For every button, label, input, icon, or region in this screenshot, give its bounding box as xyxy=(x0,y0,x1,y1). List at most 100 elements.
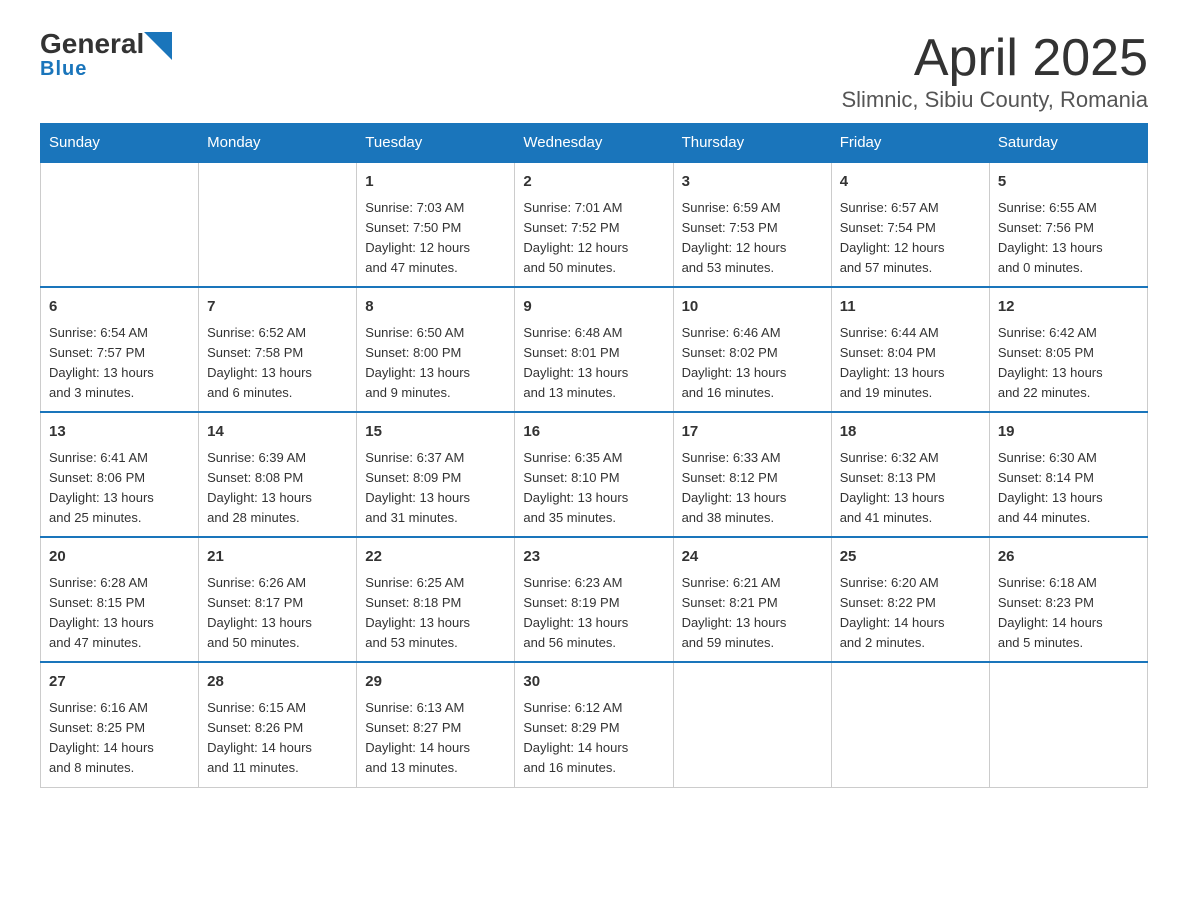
calendar-header-wednesday: Wednesday xyxy=(515,124,673,163)
calendar-header-monday: Monday xyxy=(199,124,357,163)
logo: General Blue xyxy=(40,30,172,81)
day-number: 17 xyxy=(682,421,823,444)
calendar-cell: 23 Sunrise: 6:23 AM Sunset: 8:19 PM Dayli… xyxy=(515,537,673,662)
calendar-cell: 29 Sunrise: 6:13 AM Sunset: 8:27 PM Dayli… xyxy=(357,662,515,787)
calendar-cell: 9 Sunrise: 6:48 AM Sunset: 8:01 PM Daylig… xyxy=(515,287,673,412)
day-number: 11 xyxy=(840,296,981,319)
day-number: 18 xyxy=(840,421,981,444)
day-number: 13 xyxy=(49,421,190,444)
day-number: 2 xyxy=(523,171,664,194)
day-number: 3 xyxy=(682,171,823,194)
day-number: 20 xyxy=(49,546,190,569)
month-title: April 2025 xyxy=(842,30,1149,87)
day-number: 6 xyxy=(49,296,190,319)
calendar-cell xyxy=(989,662,1147,787)
day-number: 19 xyxy=(998,421,1139,444)
day-number: 9 xyxy=(523,296,664,319)
calendar-cell: 4 Sunrise: 6:57 AM Sunset: 7:54 PM Daylig… xyxy=(831,162,989,287)
calendar-cell: 19 Sunrise: 6:30 AM Sunset: 8:14 PM Dayli… xyxy=(989,412,1147,537)
logo-general: General xyxy=(40,30,144,58)
day-info: Sunrise: 6:32 AM Sunset: 8:13 PM Dayligh… xyxy=(840,448,981,529)
day-info: Sunrise: 6:44 AM Sunset: 8:04 PM Dayligh… xyxy=(840,323,981,404)
day-info: Sunrise: 6:35 AM Sunset: 8:10 PM Dayligh… xyxy=(523,448,664,529)
day-info: Sunrise: 6:52 AM Sunset: 7:58 PM Dayligh… xyxy=(207,323,348,404)
calendar-week-row: 27 Sunrise: 6:16 AM Sunset: 8:25 PM Dayli… xyxy=(41,662,1148,787)
day-info: Sunrise: 6:20 AM Sunset: 8:22 PM Dayligh… xyxy=(840,573,981,654)
day-info: Sunrise: 6:39 AM Sunset: 8:08 PM Dayligh… xyxy=(207,448,348,529)
day-info: Sunrise: 6:48 AM Sunset: 8:01 PM Dayligh… xyxy=(523,323,664,404)
calendar-cell: 12Sunrise: 6:42 AM Sunset: 8:05 PM Dayli… xyxy=(989,287,1147,412)
calendar-cell: 10Sunrise: 6:46 AM Sunset: 8:02 PM Dayli… xyxy=(673,287,831,412)
calendar-cell xyxy=(41,162,199,287)
day-number: 29 xyxy=(365,671,506,694)
day-info: Sunrise: 6:23 AM Sunset: 8:19 PM Dayligh… xyxy=(523,573,664,654)
calendar-cell: 25 Sunrise: 6:20 AM Sunset: 8:22 PM Dayli… xyxy=(831,537,989,662)
day-number: 27 xyxy=(49,671,190,694)
calendar-week-row: 20 Sunrise: 6:28 AM Sunset: 8:15 PM Dayli… xyxy=(41,537,1148,662)
day-number: 25 xyxy=(840,546,981,569)
calendar-cell: 16 Sunrise: 6:35 AM Sunset: 8:10 PM Dayli… xyxy=(515,412,673,537)
calendar-cell: 17Sunrise: 6:33 AM Sunset: 8:12 PM Dayli… xyxy=(673,412,831,537)
day-number: 14 xyxy=(207,421,348,444)
day-info: Sunrise: 6:21 AM Sunset: 8:21 PM Dayligh… xyxy=(682,573,823,654)
day-info: Sunrise: 6:59 AM Sunset: 7:53 PM Dayligh… xyxy=(682,198,823,279)
calendar-cell: 28 Sunrise: 6:15 AM Sunset: 8:26 PM Dayli… xyxy=(199,662,357,787)
calendar-cell: 11 Sunrise: 6:44 AM Sunset: 8:04 PM Dayli… xyxy=(831,287,989,412)
calendar-cell: 21 Sunrise: 6:26 AM Sunset: 8:17 PM Dayli… xyxy=(199,537,357,662)
calendar-cell: 6 Sunrise: 6:54 AM Sunset: 7:57 PM Daylig… xyxy=(41,287,199,412)
calendar-header-tuesday: Tuesday xyxy=(357,124,515,163)
day-info: Sunrise: 6:12 AM Sunset: 8:29 PM Dayligh… xyxy=(523,698,664,779)
day-number: 22 xyxy=(365,546,506,569)
calendar-cell xyxy=(199,162,357,287)
calendar-week-row: 13 Sunrise: 6:41 AM Sunset: 8:06 PM Dayli… xyxy=(41,412,1148,537)
calendar-cell: 20 Sunrise: 6:28 AM Sunset: 8:15 PM Dayli… xyxy=(41,537,199,662)
calendar-cell: 24 Sunrise: 6:21 AM Sunset: 8:21 PM Dayli… xyxy=(673,537,831,662)
day-info: Sunrise: 6:41 AM Sunset: 8:06 PM Dayligh… xyxy=(49,448,190,529)
calendar-header-friday: Friday xyxy=(831,124,989,163)
calendar-header-thursday: Thursday xyxy=(673,124,831,163)
logo-triangle-icon xyxy=(144,32,172,60)
day-info: Sunrise: 6:57 AM Sunset: 7:54 PM Dayligh… xyxy=(840,198,981,279)
day-info: Sunrise: 6:50 AM Sunset: 8:00 PM Dayligh… xyxy=(365,323,506,404)
calendar-cell: 18 Sunrise: 6:32 AM Sunset: 8:13 PM Dayli… xyxy=(831,412,989,537)
day-number: 24 xyxy=(682,546,823,569)
day-info: Sunrise: 6:37 AM Sunset: 8:09 PM Dayligh… xyxy=(365,448,506,529)
day-info: Sunrise: 6:54 AM Sunset: 7:57 PM Dayligh… xyxy=(49,323,190,404)
day-number: 4 xyxy=(840,171,981,194)
day-number: 1 xyxy=(365,171,506,194)
day-number: 21 xyxy=(207,546,348,569)
calendar-cell: 13 Sunrise: 6:41 AM Sunset: 8:06 PM Dayli… xyxy=(41,412,199,537)
logo-blue: Blue xyxy=(40,58,87,81)
day-info: Sunrise: 6:30 AM Sunset: 8:14 PM Dayligh… xyxy=(998,448,1139,529)
calendar-cell: 5 Sunrise: 6:55 AM Sunset: 7:56 PM Daylig… xyxy=(989,162,1147,287)
calendar-cell xyxy=(673,662,831,787)
day-info: Sunrise: 6:28 AM Sunset: 8:15 PM Dayligh… xyxy=(49,573,190,654)
day-info: Sunrise: 6:42 AM Sunset: 8:05 PM Dayligh… xyxy=(998,323,1139,404)
location-title: Slimnic, Sibiu County, Romania xyxy=(842,87,1149,113)
day-number: 28 xyxy=(207,671,348,694)
day-info: Sunrise: 6:55 AM Sunset: 7:56 PM Dayligh… xyxy=(998,198,1139,279)
calendar-cell: 26 Sunrise: 6:18 AM Sunset: 8:23 PM Dayli… xyxy=(989,537,1147,662)
title-section: April 2025 Slimnic, Sibiu County, Romani… xyxy=(842,30,1149,113)
day-info: Sunrise: 6:18 AM Sunset: 8:23 PM Dayligh… xyxy=(998,573,1139,654)
calendar-week-row: 6 Sunrise: 6:54 AM Sunset: 7:57 PM Daylig… xyxy=(41,287,1148,412)
day-info: Sunrise: 6:26 AM Sunset: 8:17 PM Dayligh… xyxy=(207,573,348,654)
day-info: Sunrise: 7:01 AM Sunset: 7:52 PM Dayligh… xyxy=(523,198,664,279)
day-number: 16 xyxy=(523,421,664,444)
day-info: Sunrise: 6:15 AM Sunset: 8:26 PM Dayligh… xyxy=(207,698,348,779)
page-header: General Blue April 2025 Slimnic, Sibiu C… xyxy=(40,30,1148,113)
calendar-cell: 1Sunrise: 7:03 AM Sunset: 7:50 PM Daylig… xyxy=(357,162,515,287)
day-info: Sunrise: 6:16 AM Sunset: 8:25 PM Dayligh… xyxy=(49,698,190,779)
day-number: 5 xyxy=(998,171,1139,194)
calendar-cell: 22 Sunrise: 6:25 AM Sunset: 8:18 PM Dayli… xyxy=(357,537,515,662)
day-number: 26 xyxy=(998,546,1139,569)
day-number: 23 xyxy=(523,546,664,569)
day-info: Sunrise: 6:25 AM Sunset: 8:18 PM Dayligh… xyxy=(365,573,506,654)
day-number: 8 xyxy=(365,296,506,319)
day-number: 10 xyxy=(682,296,823,319)
calendar-cell: 30Sunrise: 6:12 AM Sunset: 8:29 PM Dayli… xyxy=(515,662,673,787)
day-info: Sunrise: 6:13 AM Sunset: 8:27 PM Dayligh… xyxy=(365,698,506,779)
calendar-cell xyxy=(831,662,989,787)
calendar-week-row: 1Sunrise: 7:03 AM Sunset: 7:50 PM Daylig… xyxy=(41,162,1148,287)
day-number: 7 xyxy=(207,296,348,319)
